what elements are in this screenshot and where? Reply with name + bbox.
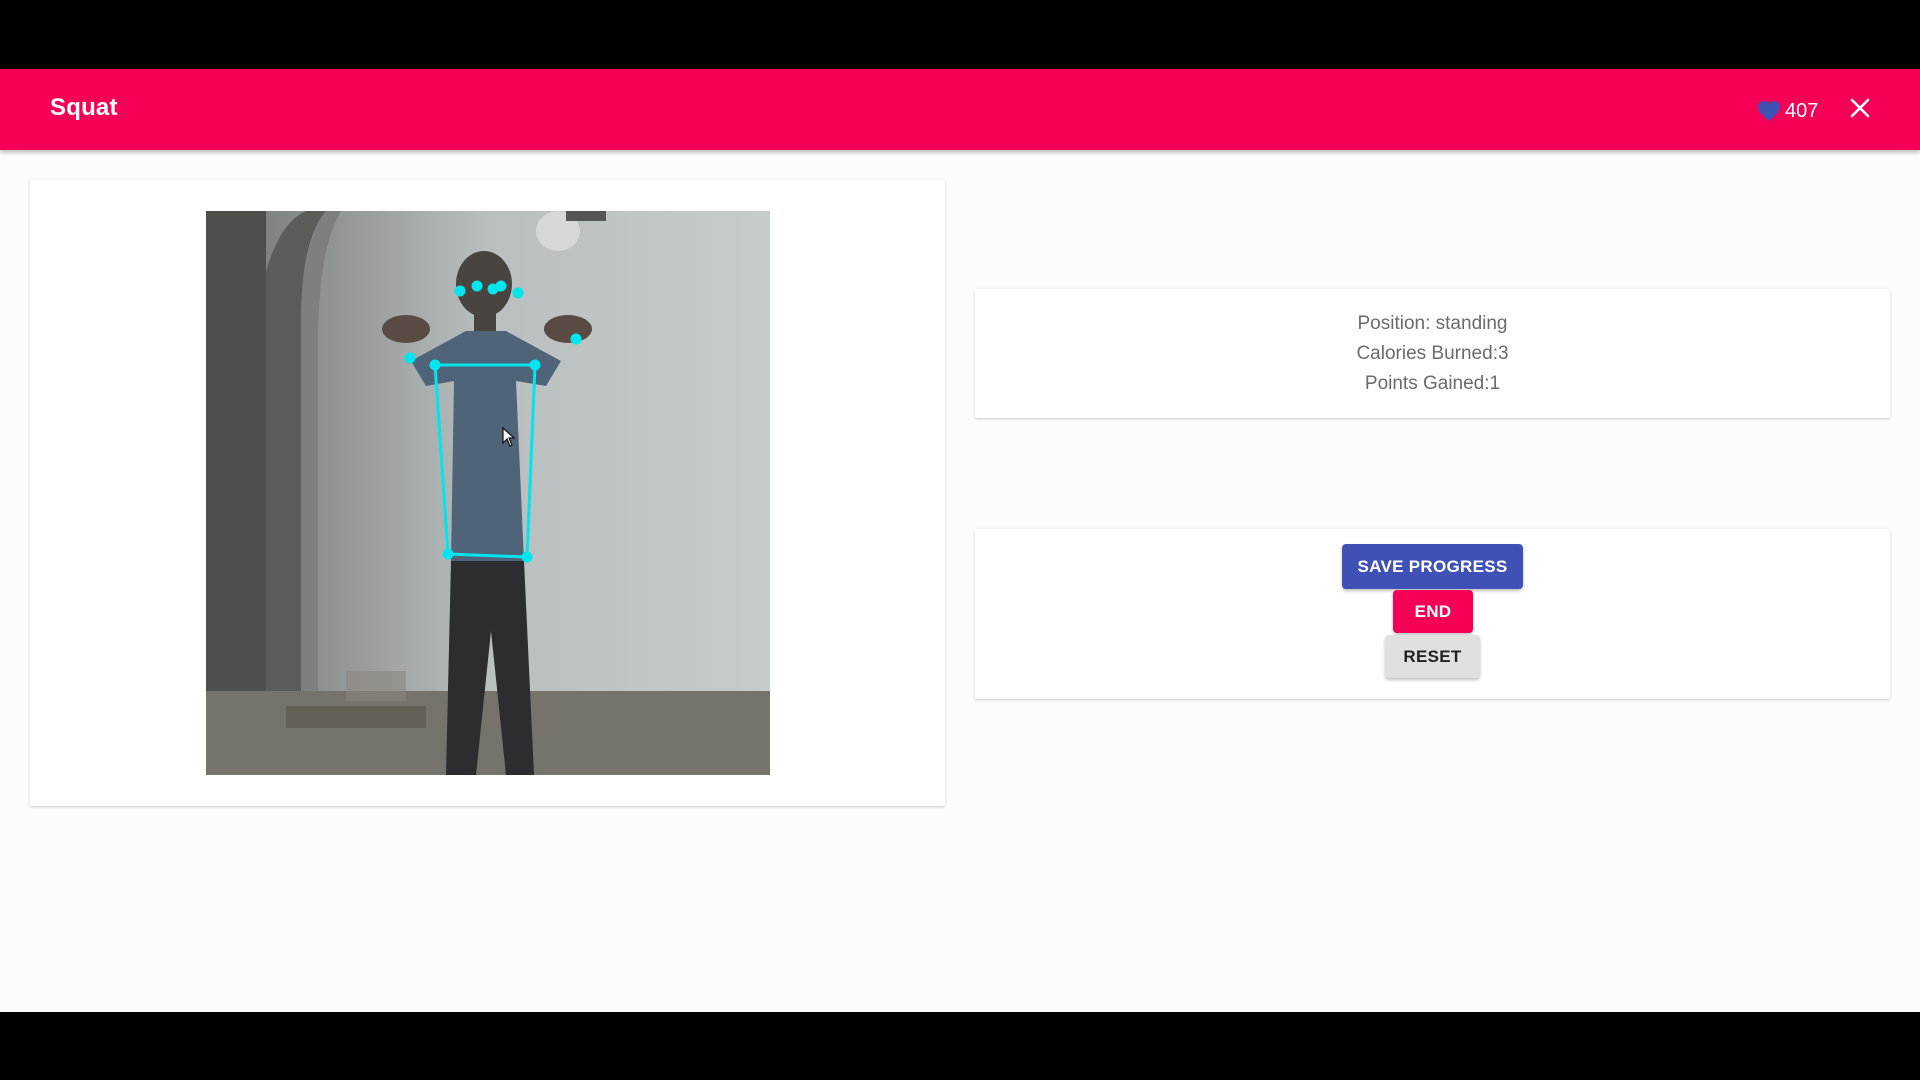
reset-button[interactable]: RESET bbox=[1385, 635, 1480, 678]
app-screen: Squat 407 Position: standing Calories Bu… bbox=[0, 69, 1920, 1012]
mouse-cursor-icon bbox=[502, 427, 516, 447]
position-status: Position: standing bbox=[1357, 313, 1508, 334]
points-display: 407 bbox=[1757, 96, 1818, 126]
save-progress-button[interactable]: SAVE PROGRESS bbox=[1342, 544, 1523, 589]
camera-feed bbox=[206, 211, 770, 775]
close-icon bbox=[1850, 98, 1870, 118]
close-button[interactable] bbox=[1845, 93, 1875, 123]
heart-icon bbox=[1757, 100, 1781, 122]
stats-panel: Position: standing Calories Burned:3 Poi… bbox=[975, 309, 1890, 399]
end-button[interactable]: END bbox=[1393, 590, 1473, 633]
stats-card: Position: standing Calories Burned:3 Poi… bbox=[975, 289, 1890, 418]
actions-card: SAVE PROGRESS END RESET bbox=[975, 529, 1890, 699]
points-value: 407 bbox=[1785, 99, 1819, 122]
page-title: Squat bbox=[50, 94, 118, 121]
camera-card bbox=[30, 180, 945, 806]
points-gained: Points Gained:1 bbox=[1364, 373, 1501, 394]
calories-burned: Calories Burned:3 bbox=[1356, 343, 1509, 364]
app-bar: Squat 407 bbox=[0, 69, 1920, 150]
